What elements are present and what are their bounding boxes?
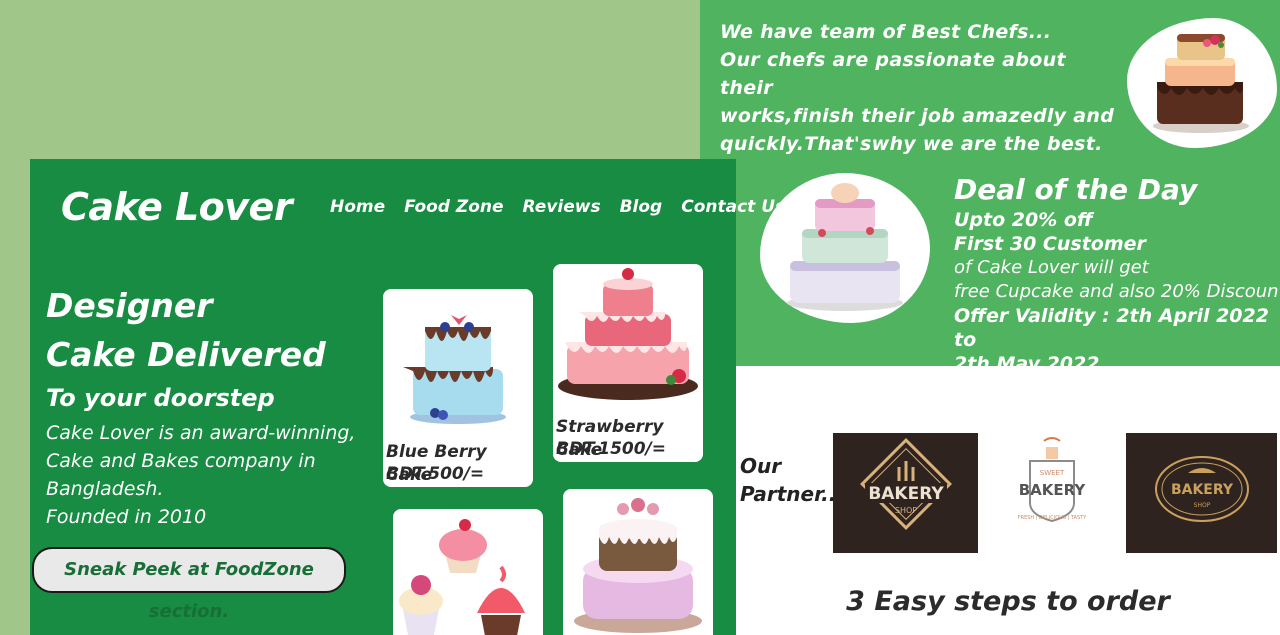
chefs-text: We have team of Best Chefs... Our chefs …	[720, 18, 1120, 158]
chefs-line: works,finish their job amazedly and	[720, 105, 1115, 127]
card-price: BDT.1500/=	[556, 439, 667, 459]
deal-of-the-day: Deal of the Day Upto 20% off First 30 Cu…	[954, 172, 1280, 376]
logo3-text: BAKERY	[1171, 482, 1234, 498]
nav-reviews[interactable]: Reviews	[523, 197, 601, 217]
partners-label: Our Partner...	[740, 452, 844, 508]
product-card-blueberry[interactable]: Blue Berry Cake BDT.500/=	[383, 289, 533, 487]
deal-line: of Cake Lover will get	[954, 257, 1149, 278]
product-card-cupcakes[interactable]	[393, 509, 543, 635]
nav-contact-us[interactable]: Contact Us	[681, 197, 785, 217]
blueberry-cake-image	[403, 315, 506, 424]
hero-section: Cake Lover Home Food Zone Reviews Blog C…	[30, 159, 785, 635]
cupcakes-image	[399, 519, 525, 635]
chef-cake-image	[1127, 18, 1277, 148]
hero-description: Cake Lover is an award-winning, Cake and…	[46, 419, 356, 531]
top-left-panel	[0, 0, 700, 160]
main-nav: Home Food Zone Reviews Blog Contact Us	[330, 197, 785, 217]
hero-desc-line: Cake Lover is an award-winning,	[46, 422, 356, 444]
hero-subtitle: To your doorstep	[46, 384, 275, 412]
card-price: BDT.500/=	[386, 464, 485, 484]
nav-home[interactable]: Home	[330, 197, 385, 217]
deal-line: Upto 20% off	[954, 209, 1093, 231]
logo1-sub: SHOP	[895, 506, 917, 515]
hero-desc-line: Founded in 2010	[46, 506, 207, 528]
partners-label-line: Partner...	[740, 482, 844, 506]
logo3-sub: SHOP	[1194, 502, 1211, 509]
chefs-line: Our chefs are passionate about their	[720, 49, 1066, 99]
product-card-strawberry[interactable]: Strawberry Cake BDT.1500/=	[553, 264, 703, 462]
brand-logo[interactable]: Cake Lover	[61, 185, 293, 229]
partner-logo-sweet-bakery[interactable]: SWEET BAKERY FRESH | DELICIOUS | TASTY	[978, 433, 1126, 553]
product-card-fondant[interactable]	[563, 489, 713, 635]
partners-label-line: Our	[740, 454, 782, 478]
fondant-cake-image	[574, 498, 702, 633]
strawberry-cake-image	[558, 268, 698, 400]
deal-title: Deal of the Day	[954, 173, 1198, 206]
logo2-top: SWEET	[1040, 469, 1065, 477]
logo1-text: BAKERY	[868, 484, 944, 504]
logo2-text: BAKERY	[1019, 481, 1087, 499]
deal-line: free Cupcake and also 20% Discount	[954, 281, 1280, 302]
foodzone-button[interactable]: Sneak Peek at FoodZone section.	[32, 547, 346, 622]
logo2-sub: FRESH | DELICIOUS | TASTY	[1018, 515, 1087, 521]
deal-cake-image	[760, 173, 930, 323]
hero-text: Designer Cake Delivered To your doorstep…	[46, 281, 356, 531]
hero-title-line2: Cake Delivered	[46, 335, 326, 374]
steps-heading: 3 Easy steps to order	[846, 586, 1170, 617]
partner-logo-bakery[interactable]: BAKERY SHOP	[1126, 433, 1277, 553]
nav-blog[interactable]: Blog	[620, 197, 663, 217]
chefs-title: We have team of Best Chefs...	[720, 21, 1052, 43]
deal-line: First 30 Customer	[954, 233, 1146, 255]
chefs-line: quickly.That'swhy we are the best.	[720, 133, 1103, 155]
hero-desc-line: Cake and Bakes company in	[46, 450, 316, 472]
nav-food-zone[interactable]: Food Zone	[404, 197, 503, 217]
deal-line: Offer Validity : 2th April 2022 to	[954, 305, 1269, 351]
partner-logo-bakery-shop[interactable]: BAKERY SHOP	[833, 433, 978, 553]
hero-desc-line: Bangladesh.	[46, 478, 164, 500]
hero-title-line1: Designer	[46, 286, 213, 325]
